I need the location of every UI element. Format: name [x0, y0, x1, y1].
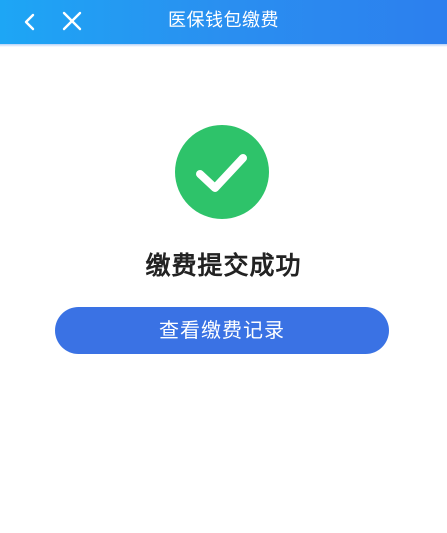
close-icon: [62, 11, 82, 31]
check-circle-icon: [174, 124, 270, 220]
back-button[interactable]: [14, 6, 46, 38]
chevron-left-icon: [24, 13, 35, 31]
nav-shadow: [0, 44, 447, 47]
close-button[interactable]: [56, 6, 88, 38]
view-payment-records-button[interactable]: 查看缴费记录: [55, 307, 389, 354]
result-title: 缴费提交成功: [145, 251, 302, 280]
